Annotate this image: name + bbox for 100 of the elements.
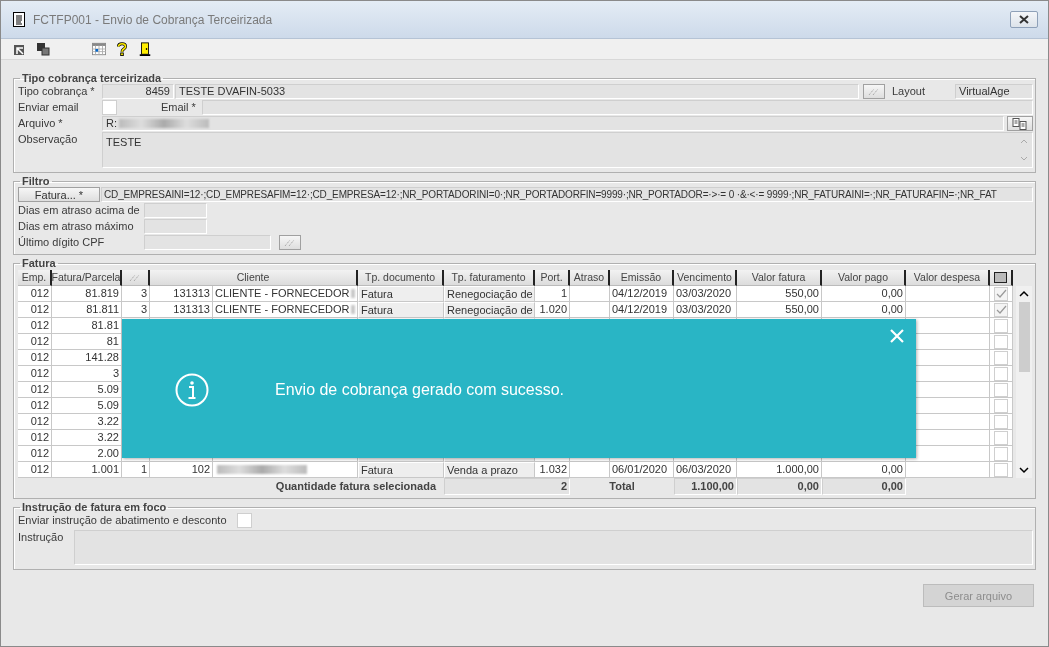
section-title: Fatura [21, 257, 57, 269]
row-checkbox[interactable] [994, 302, 1008, 317]
table-cell: 81.811 [52, 302, 122, 318]
column-header[interactable]: Vencimento [674, 270, 737, 286]
table-cell: 3.22 [52, 414, 122, 430]
input-field[interactable]: VirtualAge [955, 84, 1033, 99]
fatura-button[interactable]: Fatura... * [18, 187, 100, 202]
lookup-button[interactable] [279, 235, 301, 250]
arrow-box-icon[interactable] [13, 42, 27, 56]
row-checkbox[interactable] [994, 334, 1008, 349]
scroll-down-icon[interactable] [1019, 466, 1029, 474]
door-icon[interactable] [138, 42, 152, 56]
column-header[interactable]: Tp. documento [358, 270, 444, 286]
select-all-checkbox[interactable] [990, 270, 1013, 286]
column-header[interactable]: Valor fatura [737, 270, 822, 286]
field-label: Dias em atraso máximo [18, 219, 135, 234]
input-field[interactable] [144, 203, 207, 218]
row-checkbox[interactable] [994, 350, 1008, 365]
input-field[interactable]: 8459 [102, 84, 174, 99]
table-cell: 5.09 [52, 398, 122, 414]
table-cell: CLIENTE - FORNECEDOR [213, 302, 358, 318]
section-title: Tipo cobrança terceirizada [21, 72, 163, 84]
table-cell: 0,00 [822, 286, 906, 302]
field-label: Enviar instrução de abatimento e desconto [18, 513, 228, 528]
row-checkbox[interactable] [994, 398, 1008, 413]
table-cell: 81.819 [52, 286, 122, 302]
files-icon [1012, 117, 1028, 130]
table-cell: 550,00 [737, 302, 822, 318]
checkbox[interactable] [237, 513, 252, 528]
table-cell: 3.22 [52, 430, 122, 446]
table-cell: 1.032 [535, 462, 570, 478]
filter-field[interactable]: CD_EMPRESAINI=12·;CD_EMPRESAFIM=12·;CD_EMPRESA=12·;NR_PORTADORINI=0·;NR_PORTADORFIN=9999·;NR_PORTADOR=·>·= 0 ·&·<·= 9999·;NR_FATURAINI=·;NR_FATURAFIN=·;NR_FAT [101, 187, 1033, 202]
row-checkbox[interactable] [994, 462, 1008, 477]
table-cell: 012 [18, 462, 52, 478]
table-cell: 550,00 [737, 286, 822, 302]
table-cell: Renegociação de [444, 302, 535, 318]
text-area[interactable]: TESTE [102, 132, 1033, 168]
lookup-icon [129, 273, 141, 282]
column-header[interactable]: Emissão [610, 270, 674, 286]
document-icon [13, 12, 25, 27]
close-icon[interactable] [890, 329, 904, 343]
row-checkbox[interactable] [994, 414, 1008, 429]
table-cell: 131313 [150, 302, 213, 318]
input-field[interactable] [144, 235, 271, 250]
field-label: Layout [891, 84, 927, 99]
close-icon [1018, 15, 1030, 24]
column-header[interactable]: Port. [535, 270, 570, 286]
checkbox[interactable] [102, 100, 117, 115]
footer-label: Quantidade fatura selecionada [274, 479, 438, 494]
table-cell: 012 [18, 398, 52, 414]
text-area[interactable] [74, 530, 1033, 565]
field-label: Email * [160, 100, 197, 115]
row-checkbox[interactable] [994, 286, 1008, 301]
help-icon[interactable] [115, 42, 129, 56]
scroll-up-icon[interactable] [1019, 290, 1029, 298]
row-checkbox[interactable] [994, 382, 1008, 397]
field-label: Arquivo * [18, 116, 64, 131]
table-cell: 012 [18, 446, 52, 462]
scrollbar[interactable] [1016, 286, 1032, 478]
table-cell: 81 [52, 334, 122, 350]
lookup-button[interactable] [863, 84, 885, 99]
section-title: Filtro [21, 175, 51, 187]
input-field[interactable] [144, 219, 207, 234]
column-header[interactable]: Cliente [150, 270, 358, 286]
table-cell: 012 [18, 350, 52, 366]
table-cell: 0,00 [822, 462, 906, 478]
table-cell: 06/03/2020 [674, 462, 737, 478]
table-cell: Venda a prazo [444, 462, 535, 478]
row-checkbox[interactable] [994, 446, 1008, 461]
lookup-icon [868, 87, 880, 96]
footer-label: Total [608, 479, 636, 494]
info-icon [175, 373, 209, 407]
column-header[interactable]: Fatura/Parcela [52, 270, 122, 286]
close-button[interactable] [1010, 11, 1038, 28]
column-header[interactable]: Atraso [570, 270, 610, 286]
input-field[interactable]: R: [102, 116, 1004, 131]
notification-message: Envio de cobrança gerado com sucesso. [275, 381, 565, 399]
calendar-icon[interactable] [92, 42, 106, 56]
table-cell: 102 [150, 462, 213, 478]
input-field[interactable]: TESTE DVAFIN-5033 [175, 84, 859, 99]
column-header[interactable]: Valor pago [822, 270, 906, 286]
table-cell: 131313 [150, 286, 213, 302]
footer-value: 1.100,00 [674, 478, 737, 495]
column-header[interactable]: Tp. faturamento [444, 270, 535, 286]
footer-value: 0,00 [822, 478, 906, 495]
column-header[interactable]: Emp. [18, 270, 52, 286]
table-cell: 04/12/2019 [610, 286, 674, 302]
footer-value: 0,00 [737, 478, 822, 495]
input-field[interactable] [202, 100, 1033, 115]
table-cell: 06/01/2020 [610, 462, 674, 478]
column-header[interactable] [122, 270, 150, 286]
column-header[interactable]: Valor despesa [906, 270, 990, 286]
field-label: Último dígito CPF [18, 235, 106, 250]
windows-icon[interactable] [36, 42, 50, 56]
files-button[interactable] [1007, 116, 1033, 131]
row-checkbox[interactable] [994, 366, 1008, 381]
table-cell: 1.000,00 [737, 462, 822, 478]
row-checkbox[interactable] [994, 318, 1008, 333]
table-cell: 5.09 [52, 382, 122, 398]
row-checkbox[interactable] [994, 430, 1008, 445]
